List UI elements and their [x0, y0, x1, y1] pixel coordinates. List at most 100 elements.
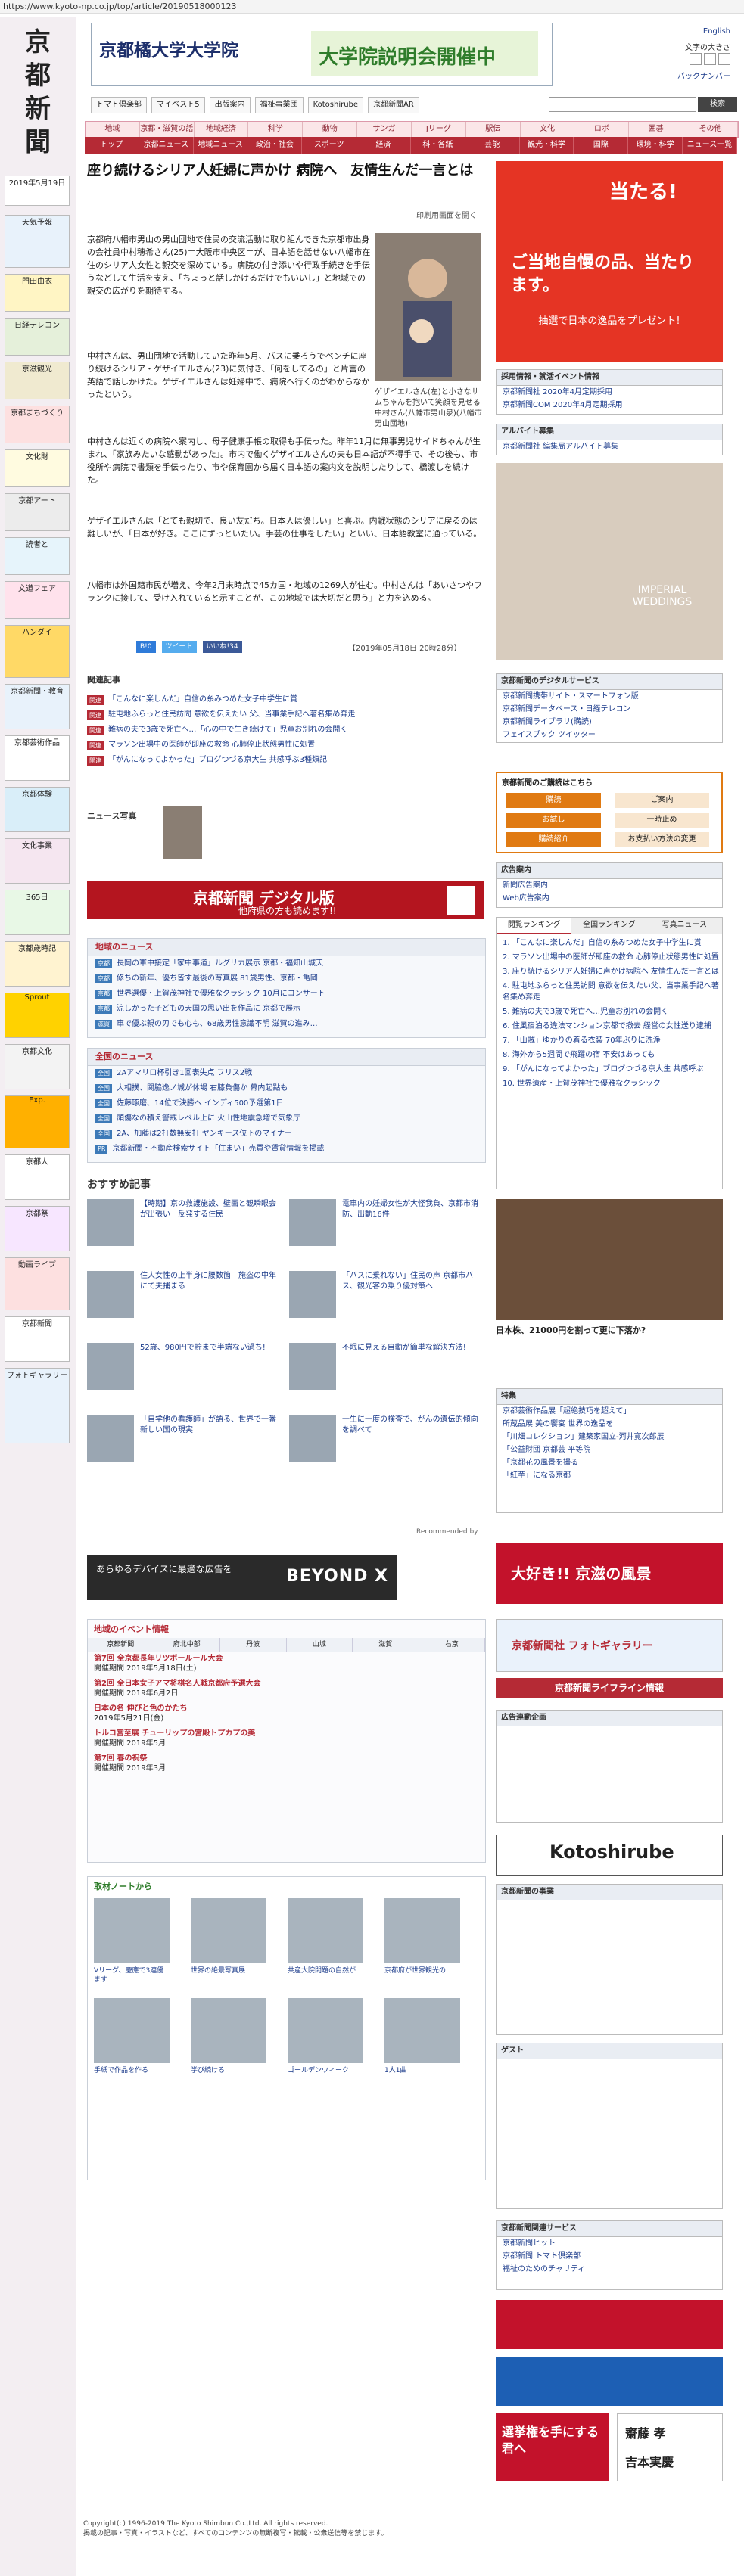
- recommend-card[interactable]: 「自学他の看護師」が語る、世界で一番新しい国の現実: [87, 1415, 282, 1490]
- event-tab[interactable]: 右京: [419, 1638, 485, 1652]
- tweet-button[interactable]: ツイート: [161, 641, 197, 653]
- main-nav-item[interactable]: 政治・社会: [247, 137, 303, 154]
- rail-ad-7[interactable]: 読者と: [5, 537, 70, 575]
- ranking-item[interactable]: 1. 「こんなに楽しんだ」自信の糸みつめた女子中学生に賞: [497, 937, 722, 949]
- ranking-item[interactable]: 8. 海外から5週間で飛躍の宿 不安はあっても: [497, 1049, 722, 1061]
- digital-service-link[interactable]: 京都新聞携帯サイト・スマートフォン版: [497, 690, 722, 703]
- search-input[interactable]: [549, 97, 696, 112]
- tokushu-link[interactable]: 「京都花の風景を撮る: [497, 1456, 722, 1469]
- rail-ad-15[interactable]: 京都歳時記: [5, 941, 70, 987]
- event-tab[interactable]: 府北中部: [154, 1638, 220, 1652]
- tokushu-link[interactable]: 京都芸術作品展「超絶技巧を超えて」: [497, 1405, 722, 1418]
- nav-item[interactable]: 動物: [303, 122, 358, 137]
- lifeline-banner[interactable]: 京都新聞ライフライン情報: [496, 1678, 723, 1698]
- nav-item[interactable]: ロボ: [574, 122, 630, 137]
- nav-item[interactable]: 駅伝: [466, 122, 521, 137]
- rail-ad-8[interactable]: 文道フェア: [5, 581, 70, 619]
- rail-ad-3[interactable]: 京滋観光: [5, 362, 70, 399]
- nav-item[interactable]: その他: [683, 122, 738, 137]
- font-medium-button[interactable]: [704, 53, 716, 65]
- national-news-item[interactable]: 全国 大相撲、関脇逸ノ城が休場 右膝負傷か 幕内起點も: [88, 1081, 485, 1096]
- rail-ad-21[interactable]: 動画ライブ: [5, 1257, 70, 1310]
- nav-item[interactable]: サンガ: [357, 122, 412, 137]
- arbeit-link[interactable]: 京都新聞社 編集局アルバイト募集: [497, 440, 722, 453]
- tokushu-link[interactable]: 所蔵品展 美の饗宴 世界の逸品を: [497, 1418, 722, 1431]
- ranking-item[interactable]: 7. 「山賊」ゆかりの着る衣装 70年ぶりに洗浄: [497, 1035, 722, 1046]
- rail-ad-19[interactable]: 京都人: [5, 1154, 70, 1200]
- ranking-item[interactable]: 9. 「がんになってよかった」ブログつづる京大生 共感呼ぶ: [497, 1064, 722, 1075]
- local-news-item[interactable]: 京都 世界選優・上賀茂神社で優雅なクラシック 10月にコンサート: [88, 987, 485, 1002]
- nav-item[interactable]: 文化: [521, 122, 575, 137]
- rail-ad-20[interactable]: 京都祭: [5, 1206, 70, 1251]
- related-item[interactable]: 関連 「がんになってよかった」ブログつづる京大生 共感呼ぶ3種類記: [87, 753, 484, 768]
- related-item[interactable]: 関連 「こんなに楽しんだ」自信の糸みつめた女子中学生に賞: [87, 692, 484, 707]
- search-button[interactable]: 検索: [698, 97, 737, 112]
- national-news-item[interactable]: 全国 佐藤琢磨、14位で決勝へ インディ500予選第1日: [88, 1096, 485, 1111]
- main-nav-item[interactable]: 京都ニュース: [139, 137, 194, 154]
- event-tab[interactable]: 京都新聞: [88, 1638, 154, 1652]
- note-thumb[interactable]: [384, 1898, 460, 1963]
- bottom-ad-2[interactable]: [496, 2357, 723, 2406]
- related-item[interactable]: 関連 マラソン出場中の医師が即座の救命 心肺停止状態男性に処置: [87, 738, 484, 753]
- recommend-card[interactable]: 不眠に見える自動が簡単な解決方法!: [289, 1343, 484, 1419]
- recruit-link[interactable]: 京都新聞COM 2020年4月定期採用: [497, 399, 722, 412]
- facebook-like-button[interactable]: いいね!34: [202, 641, 242, 653]
- top-banner-ad[interactable]: 京都橘大学大学院 大学院説明会開催中: [91, 23, 553, 86]
- japan-ad-text[interactable]: 日本株、21000円を割って更に下落か?: [496, 1324, 723, 1336]
- rail-ad-16[interactable]: Sprout: [5, 993, 70, 1038]
- bottom-ad-1[interactable]: [496, 2300, 723, 2349]
- hatena-bookmark-button[interactable]: B!0: [136, 641, 156, 653]
- national-news-item[interactable]: PR 京都新聞・不動産検索サイト「住まい」売買や賃貸情報を掲載: [88, 1142, 485, 1157]
- recruit-link[interactable]: 京都新聞社 2020年4月定期採用: [497, 386, 722, 399]
- event-item[interactable]: トルコ宮至展 チューリップの宮殿トプカプの美 開催期間 2019年5月: [88, 1726, 485, 1751]
- toolbar-item-kotoshirube[interactable]: Kotoshirube: [307, 97, 364, 113]
- main-nav-item[interactable]: トップ: [85, 137, 139, 154]
- election-ad[interactable]: 選挙権を手にする君へ: [496, 2413, 609, 2481]
- recommend-card[interactable]: 住人女性の上半身に腰数箇 施盗の中年にて夫捕まる: [87, 1271, 282, 1347]
- rail-ad-14[interactable]: 365日: [5, 890, 70, 935]
- ranking-item[interactable]: 6. 住風宿泊る違法マンション京都で撤去 経営の女性送り逮捕: [497, 1021, 722, 1032]
- ranking-item[interactable]: 5. 難病の夫で3歳で死亡へ…児童お別れの会開く: [497, 1006, 722, 1018]
- toolbar-item-publishing[interactable]: 出版案内: [209, 97, 251, 113]
- main-nav-item[interactable]: 地域ニュース: [194, 137, 248, 154]
- ad-info-link[interactable]: Web広告案内: [497, 892, 722, 905]
- english-link[interactable]: English: [703, 27, 730, 36]
- toolbar-item-welfare[interactable]: 福祉事業団: [254, 97, 304, 113]
- author-ad[interactable]: 齋藤 孝 吉本実慶: [617, 2413, 723, 2481]
- local-news-item[interactable]: 滋賀 車で優ぶ親の刃でも心も、68歳男性意識不明 滋賀の進み…: [88, 1017, 485, 1032]
- pro-link[interactable]: 京都新聞ヒット: [497, 2237, 722, 2250]
- ranking-item[interactable]: 2. マラソン出場中の医師が即座の救命 心肺停止状態男性に処置: [497, 952, 722, 963]
- recommend-card[interactable]: 「バスに乗れない」住民の声 京都市バス、観光客の乗り優対策へ: [289, 1271, 484, 1347]
- digital-service-link[interactable]: 京都新聞データベース・日経テレコン: [497, 703, 722, 716]
- event-item[interactable]: 第7回 全京都長年リツボールール大会 開催期間 2019年5月18日(土): [88, 1652, 485, 1676]
- payment-button[interactable]: お支払い方法の変更: [615, 832, 709, 847]
- tokushu-link[interactable]: 「紅芋」になる京都: [497, 1469, 722, 1482]
- url-bar[interactable]: https://www.kyoto-np.co.jp/top/article/2…: [0, 0, 744, 14]
- event-tab[interactable]: 山城: [286, 1638, 353, 1652]
- note-thumb[interactable]: [384, 1998, 460, 2063]
- recommend-card[interactable]: 電車内の妊婦女性が大怪我負、京都市消防、出動16件: [289, 1199, 484, 1275]
- trial-button[interactable]: お試し: [506, 813, 601, 828]
- ranking-item[interactable]: 3. 座り続けるシリア人妊婦に声かけ病院へ 友情生んだ一言とは: [497, 966, 722, 977]
- nav-item[interactable]: 科学: [248, 122, 304, 137]
- note-thumb[interactable]: [288, 1998, 363, 2063]
- kotoshirube-banner[interactable]: Kotoshirube: [496, 1835, 723, 1876]
- tokushu-link[interactable]: 「川畑コレクション」建築家国立-河井寛次郎展: [497, 1431, 722, 1443]
- font-large-button[interactable]: [718, 53, 730, 65]
- toolbar-item-tomato[interactable]: トマト倶楽部: [91, 97, 147, 113]
- main-nav-item[interactable]: 国際: [574, 137, 629, 154]
- font-small-button[interactable]: [690, 53, 702, 65]
- related-item[interactable]: 関連 難病の夫で3歳で死亡へ…「心の中で生き続けて」児童お別れの会開く: [87, 722, 484, 738]
- national-news-item[interactable]: 全国 頭傷なの積え警戒レベル上に 火山性地震急増で気象庁: [88, 1111, 485, 1126]
- nav-item[interactable]: 地域経済: [195, 122, 249, 137]
- pause-button[interactable]: 一時止め: [615, 813, 709, 828]
- related-item[interactable]: 関連 駐屯地ふらっと住民訪問 意欲を伝えたい 父、当事業手記へ著名集め奔走: [87, 707, 484, 722]
- rail-ad-10[interactable]: 京都新聞・教育: [5, 684, 70, 729]
- subscribe-button[interactable]: 購読: [506, 793, 601, 808]
- note-thumb[interactable]: [191, 1898, 266, 1963]
- rail-ad-2[interactable]: 日経テレコン: [5, 318, 70, 356]
- article-photo[interactable]: [375, 233, 481, 381]
- rail-ad-22[interactable]: 京都新聞: [5, 1316, 70, 1362]
- tokushu-link[interactable]: 「公益財団 京都芸 平等院: [497, 1443, 722, 1456]
- nav-item[interactable]: 京都・滋賀の話題: [140, 122, 195, 148]
